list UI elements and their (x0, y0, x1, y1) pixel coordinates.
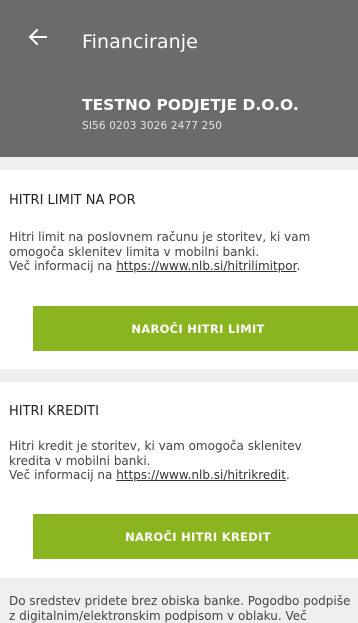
hitri-krediti-description: Hitri kredit je storitev, ki vam omogoča… (9, 439, 354, 483)
hitri-krediti-desc-line3: Več informacij na https://www.nlb.si/hit… (9, 468, 354, 483)
account-name: TESTNO PODJETJE D.O.O. (82, 95, 299, 115)
footer-line2: z digitalnim/elektronskim podpisom v obl… (9, 609, 358, 623)
link-period: . (286, 468, 290, 482)
more-info-label: Več informacij na (9, 259, 116, 273)
hitri-limit-desc-line1: Hitri limit na poslovnem računu je stori… (9, 230, 354, 245)
app-header: Financiranje TESTNO PODJETJE D.O.O. SI56… (0, 0, 358, 157)
footer-line1: Do sredstev pridete brez obiska banke. P… (9, 594, 358, 609)
hitri-limit-desc-line3: Več informacij na https://www.nlb.si/hit… (9, 259, 354, 274)
hitri-limit-desc-line2: omogoča sklenitev limita v mobilni banki… (9, 245, 354, 260)
hitri-krediti-desc-line1: Hitri kredit je storitev, ki vam omogoča… (9, 439, 354, 454)
hitri-limit-title: HITRI LIMIT NA POR (9, 193, 136, 209)
more-info-label: Več informacij na (9, 468, 116, 482)
hitri-krediti-link[interactable]: https://www.nlb.si/hitrikredit (116, 468, 286, 482)
hitri-limit-link[interactable]: https://www.nlb.si/hitrilimitpor (116, 259, 296, 273)
hitri-limit-card: HITRI LIMIT NA POR Hitri limit na poslov… (0, 170, 358, 369)
page-title: Financiranje (82, 30, 198, 54)
link-period: . (296, 259, 300, 273)
hitri-krediti-card: HITRI KREDITI Hitri kredit je storitev, … (0, 382, 358, 578)
back-button[interactable] (27, 26, 49, 48)
order-hitri-limit-button[interactable]: NAROČI HITRI LIMIT (33, 306, 358, 351)
hitri-krediti-desc-line2: kredita v mobilni banki. (9, 454, 354, 469)
hitri-krediti-title: HITRI KREDITI (9, 404, 99, 420)
hitri-limit-description: Hitri limit na poslovnem računu je stori… (9, 230, 354, 274)
order-hitri-kredit-button[interactable]: NAROČI HITRI KREDIT (33, 514, 358, 559)
account-iban: SI56 0203 3026 2477 250 (82, 119, 222, 133)
footer-info-text: Do sredstev pridete brez obiska banke. P… (9, 594, 358, 623)
arrow-left-icon (27, 26, 49, 48)
